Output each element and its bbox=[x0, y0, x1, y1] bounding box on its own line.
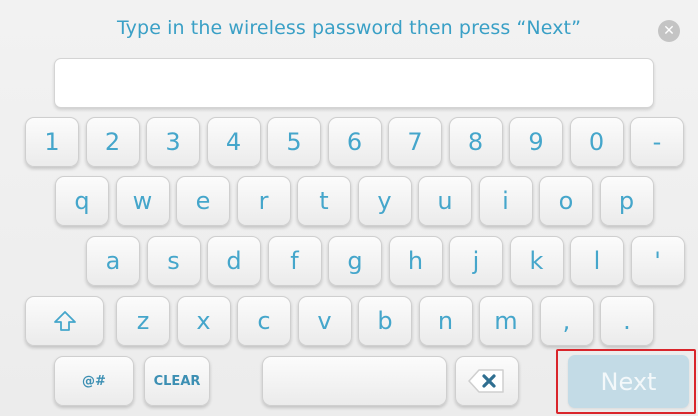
key-row1-4[interactable]: 5 bbox=[267, 117, 321, 167]
shift-key[interactable] bbox=[25, 296, 104, 346]
password-input[interactable] bbox=[54, 58, 654, 108]
key-row4-7[interactable]: , bbox=[539, 296, 594, 346]
key-row1-2[interactable]: 3 bbox=[146, 117, 200, 167]
key-row4-1[interactable]: x bbox=[176, 296, 231, 346]
key-row3-8[interactable]: l bbox=[570, 236, 624, 286]
wifi-password-screen: Type in the wireless password then press… bbox=[0, 0, 698, 416]
key-row1-0[interactable]: 1 bbox=[25, 117, 79, 167]
shift-arrow-icon bbox=[53, 311, 76, 331]
key-row4-4[interactable]: b bbox=[358, 296, 412, 346]
key-row1-7[interactable]: 8 bbox=[448, 117, 503, 167]
key-row2-8[interactable]: o bbox=[539, 176, 593, 226]
key-row4-2[interactable]: c bbox=[237, 296, 291, 346]
key-row4-5[interactable]: n bbox=[418, 296, 473, 346]
key-row4-8[interactable]: . bbox=[600, 296, 654, 346]
key-row3-0[interactable]: a bbox=[86, 236, 140, 286]
key-row2-6[interactable]: u bbox=[418, 176, 472, 226]
key-row3-4[interactable]: g bbox=[328, 236, 382, 286]
key-row2-3[interactable]: r bbox=[236, 176, 291, 226]
key-row1-6[interactable]: 7 bbox=[388, 117, 442, 167]
key-row3-6[interactable]: j bbox=[449, 236, 503, 286]
prompt-text: Type in the wireless password then press… bbox=[116, 17, 582, 39]
key-row2-5[interactable]: y bbox=[357, 176, 412, 226]
close-icon[interactable]: ✕ bbox=[658, 20, 680, 42]
space-key[interactable] bbox=[262, 356, 447, 406]
key-row1-10[interactable]: - bbox=[630, 117, 684, 167]
key-row1-3[interactable]: 4 bbox=[206, 117, 261, 167]
key-row4-0[interactable]: z bbox=[116, 296, 170, 346]
key-row3-1[interactable]: s bbox=[146, 236, 201, 286]
key-row3-9[interactable]: ' bbox=[630, 236, 685, 286]
key-row1-8[interactable]: 9 bbox=[509, 117, 563, 167]
symbols-key[interactable]: @# bbox=[54, 356, 134, 406]
key-row2-9[interactable]: p bbox=[599, 176, 654, 226]
clear-key[interactable]: CLEAR bbox=[144, 356, 210, 406]
key-row1-5[interactable]: 6 bbox=[327, 117, 382, 167]
key-row2-2[interactable]: e bbox=[176, 176, 230, 226]
key-row1-1[interactable]: 2 bbox=[85, 117, 140, 167]
key-row2-1[interactable]: w bbox=[115, 176, 170, 226]
key-row4-3[interactable]: v bbox=[297, 296, 352, 346]
backspace-icon bbox=[468, 369, 504, 393]
key-row4-6[interactable]: m bbox=[479, 296, 533, 346]
key-row2-4[interactable]: t bbox=[297, 176, 351, 226]
key-row1-9[interactable]: 0 bbox=[569, 117, 624, 167]
key-row3-3[interactable]: f bbox=[267, 236, 322, 286]
key-row3-2[interactable]: d bbox=[207, 236, 261, 286]
key-row2-0[interactable]: q bbox=[55, 176, 109, 226]
key-row2-7[interactable]: i bbox=[478, 176, 533, 226]
next-button[interactable]: Next bbox=[568, 355, 689, 408]
backspace-key[interactable] bbox=[455, 356, 519, 406]
key-row3-7[interactable]: k bbox=[509, 236, 564, 286]
key-row3-5[interactable]: h bbox=[388, 236, 443, 286]
